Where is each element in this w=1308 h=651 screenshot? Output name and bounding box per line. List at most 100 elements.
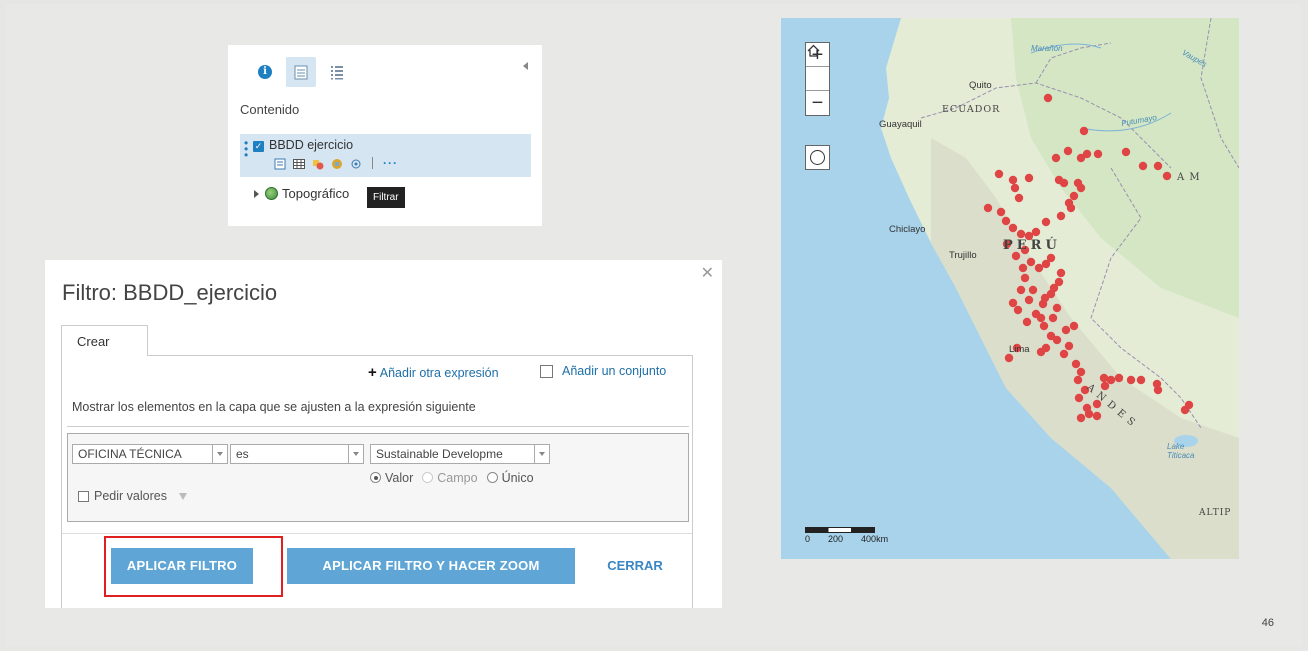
map-point[interactable] (1056, 211, 1066, 221)
map-point[interactable] (1066, 203, 1076, 213)
radio-valor[interactable]: Valor (370, 471, 413, 485)
map-point[interactable] (1008, 298, 1018, 308)
map-point[interactable] (1106, 375, 1116, 385)
map-point[interactable] (1001, 216, 1011, 226)
map-point[interactable] (1022, 317, 1032, 327)
map-point[interactable] (1162, 171, 1172, 181)
ask-values-checkbox[interactable] (78, 490, 89, 502)
map-point[interactable] (1069, 321, 1079, 331)
map-point[interactable] (1076, 367, 1086, 377)
map-point[interactable] (1036, 313, 1046, 323)
map-point[interactable] (1052, 303, 1062, 313)
chevron-down-icon[interactable] (348, 445, 363, 463)
map-point[interactable] (1016, 229, 1026, 239)
map-point[interactable] (1076, 183, 1086, 193)
legend-icon[interactable] (322, 57, 352, 87)
map-point[interactable] (1024, 295, 1034, 305)
map-point[interactable] (1059, 349, 1069, 359)
map-view[interactable]: + − Quito ECUADOR Guayaquil Chiclayo Tru… (781, 18, 1239, 559)
map-point[interactable] (1180, 405, 1190, 415)
map-point[interactable] (1136, 375, 1146, 385)
map-point[interactable] (1010, 183, 1020, 193)
style-icon[interactable] (331, 157, 343, 169)
map-point[interactable] (1039, 321, 1049, 331)
expand-arrow-icon[interactable] (254, 189, 259, 198)
add-set-checkbox[interactable] (540, 364, 553, 378)
drag-handle-icon[interactable]: • • • (244, 137, 248, 161)
apply-filter-zoom-button[interactable]: APLICAR FILTRO Y HACER ZOOM (287, 548, 575, 584)
map-point[interactable] (1073, 375, 1083, 385)
map-point[interactable] (994, 169, 1004, 179)
map-point[interactable] (1126, 375, 1136, 385)
locate-button[interactable] (805, 145, 830, 170)
symbol-icon[interactable] (312, 157, 324, 170)
map-point[interactable] (1013, 305, 1023, 315)
add-set-option[interactable]: Añadir un conjunto (540, 364, 666, 378)
map-point[interactable] (1082, 149, 1092, 159)
map-point[interactable] (1121, 147, 1131, 157)
close-icon[interactable]: ✕ (701, 263, 714, 283)
close-button[interactable]: CERRAR (603, 548, 667, 584)
map-point[interactable] (1059, 178, 1069, 188)
collapse-panel-icon[interactable] (523, 62, 528, 70)
map-point[interactable] (1046, 253, 1056, 263)
zoom-to-icon[interactable] (350, 157, 362, 169)
map-point[interactable] (1026, 257, 1036, 267)
filter-icon[interactable] (274, 157, 286, 170)
map-point[interactable] (1048, 313, 1058, 323)
map-point[interactable] (1031, 227, 1041, 237)
more-icon[interactable]: ··· (383, 156, 398, 170)
map-point[interactable] (1016, 285, 1026, 295)
map-point[interactable] (1114, 373, 1124, 383)
layer-visibility-checkbox[interactable]: ✓ (253, 141, 264, 152)
chevron-down-icon[interactable] (212, 445, 227, 463)
ask-values-option[interactable]: Pedir valores (78, 489, 187, 503)
map-point[interactable] (1008, 223, 1018, 233)
map-point[interactable] (1052, 335, 1062, 345)
home-button[interactable] (806, 44, 829, 91)
map-point[interactable] (1074, 393, 1084, 403)
layer-item-bbdd[interactable]: • • • ✓ BBDD ejercicio ··· (240, 134, 531, 177)
map-point[interactable] (1014, 193, 1024, 203)
map-point[interactable] (1071, 359, 1081, 369)
field-select[interactable]: OFICINA TÉCNICA (72, 444, 228, 464)
operator-select[interactable]: es (230, 444, 364, 464)
map-point[interactable] (1028, 285, 1038, 295)
value-select[interactable]: Sustainable Developme (370, 444, 550, 464)
add-expression-link[interactable]: + Añadir otra expresión (368, 364, 499, 381)
map-point[interactable] (1063, 146, 1073, 156)
layer-item-topografico[interactable]: Topográfico (254, 186, 349, 201)
radio-unico[interactable]: Único (486, 471, 534, 485)
map-point[interactable] (1038, 299, 1048, 309)
map-point[interactable] (1153, 161, 1163, 171)
map-point[interactable] (1079, 126, 1089, 136)
map-point[interactable] (1011, 251, 1021, 261)
map-point[interactable] (1051, 153, 1061, 163)
radio-campo[interactable]: Campo (422, 471, 478, 485)
map-point[interactable] (1004, 353, 1014, 363)
map-point[interactable] (1041, 217, 1051, 227)
map-point[interactable] (1093, 149, 1103, 159)
chevron-down-icon[interactable] (534, 445, 549, 463)
map-point[interactable] (996, 207, 1006, 217)
map-point[interactable] (1069, 191, 1079, 201)
map-point[interactable] (1138, 161, 1148, 171)
tab-crear[interactable]: Crear (61, 325, 148, 356)
map-point[interactable] (983, 203, 993, 213)
map-point[interactable] (1084, 409, 1094, 419)
map-point[interactable] (1041, 343, 1051, 353)
info-icon[interactable]: i (250, 57, 280, 87)
map-point[interactable] (1018, 263, 1028, 273)
map-point[interactable] (1024, 173, 1034, 183)
map-point[interactable] (1020, 273, 1030, 283)
map-point[interactable] (1056, 268, 1066, 278)
map-point[interactable] (1153, 385, 1163, 395)
layers-icon[interactable] (286, 57, 316, 87)
table-icon[interactable] (293, 157, 305, 169)
map-point[interactable] (1100, 381, 1110, 391)
zoom-out-button[interactable]: − (806, 91, 829, 115)
map-point[interactable] (1061, 325, 1071, 335)
map-point[interactable] (1092, 411, 1102, 421)
map-point[interactable] (1043, 93, 1053, 103)
map-point[interactable] (1008, 175, 1018, 185)
